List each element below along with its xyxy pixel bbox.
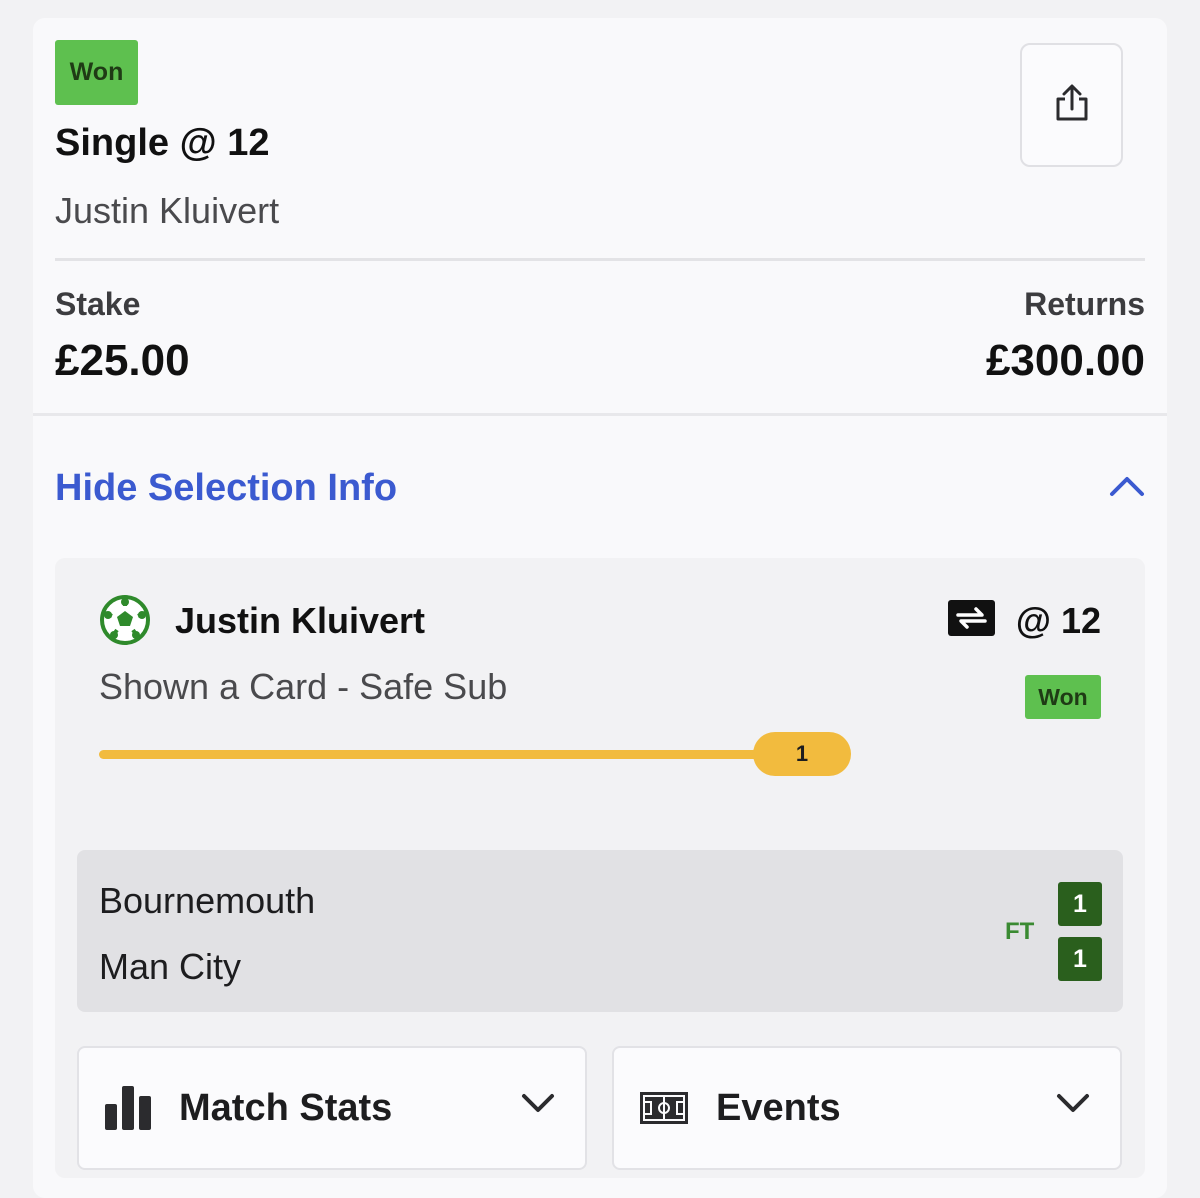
football-icon	[99, 594, 151, 646]
selection-odds: @ 12	[1015, 600, 1101, 641]
home-score: 1	[1058, 882, 1102, 926]
home-team-name: Bournemouth	[99, 880, 316, 921]
match-period: FT	[1005, 918, 1035, 945]
pitch-icon	[640, 1092, 688, 1124]
swap-icon	[948, 600, 995, 636]
toggle-label: Hide Selection Info	[55, 466, 398, 509]
stake-label: Stake	[55, 286, 141, 322]
hide-selection-info-toggle[interactable]: Hide Selection Info	[55, 458, 1145, 518]
share-button[interactable]	[1020, 43, 1123, 167]
status-badge: Won	[55, 40, 138, 105]
returns-label: Returns	[1024, 286, 1145, 322]
progress-bar	[99, 750, 799, 759]
stake-value: £25.00	[55, 336, 190, 385]
scoreboard: Bournemouth Man City FT 1 1	[77, 850, 1123, 1012]
returns-value: £300.00	[985, 336, 1145, 385]
chevron-up-icon	[1109, 474, 1145, 503]
events-label: Events	[716, 1086, 841, 1129]
chevron-down-icon	[521, 1092, 555, 1119]
selection-panel: Justin Kluivert @ 12 Shown a Card - Safe…	[55, 558, 1145, 1178]
bar-chart-icon	[105, 1086, 151, 1130]
bet-card: Won Single @ 12 Justin Kluivert Stake Re…	[33, 18, 1167, 1198]
progress-value: 1	[753, 732, 851, 776]
selection-status-badge: Won	[1025, 675, 1101, 719]
match-stats-label: Match Stats	[179, 1086, 393, 1129]
selection-market: Shown a Card - Safe Sub	[99, 666, 508, 707]
bet-title: Single @ 12	[55, 122, 270, 164]
divider	[55, 258, 1145, 261]
chevron-down-icon	[1056, 1092, 1090, 1119]
away-team-name: Man City	[99, 946, 242, 987]
events-button[interactable]: Events	[612, 1046, 1122, 1170]
away-score: 1	[1058, 937, 1102, 981]
divider	[33, 413, 1167, 416]
selection-name: Justin Kluivert	[175, 600, 426, 641]
bet-selection-name: Justin Kluivert	[55, 190, 280, 231]
match-stats-button[interactable]: Match Stats	[77, 1046, 587, 1170]
share-icon	[1052, 83, 1092, 128]
